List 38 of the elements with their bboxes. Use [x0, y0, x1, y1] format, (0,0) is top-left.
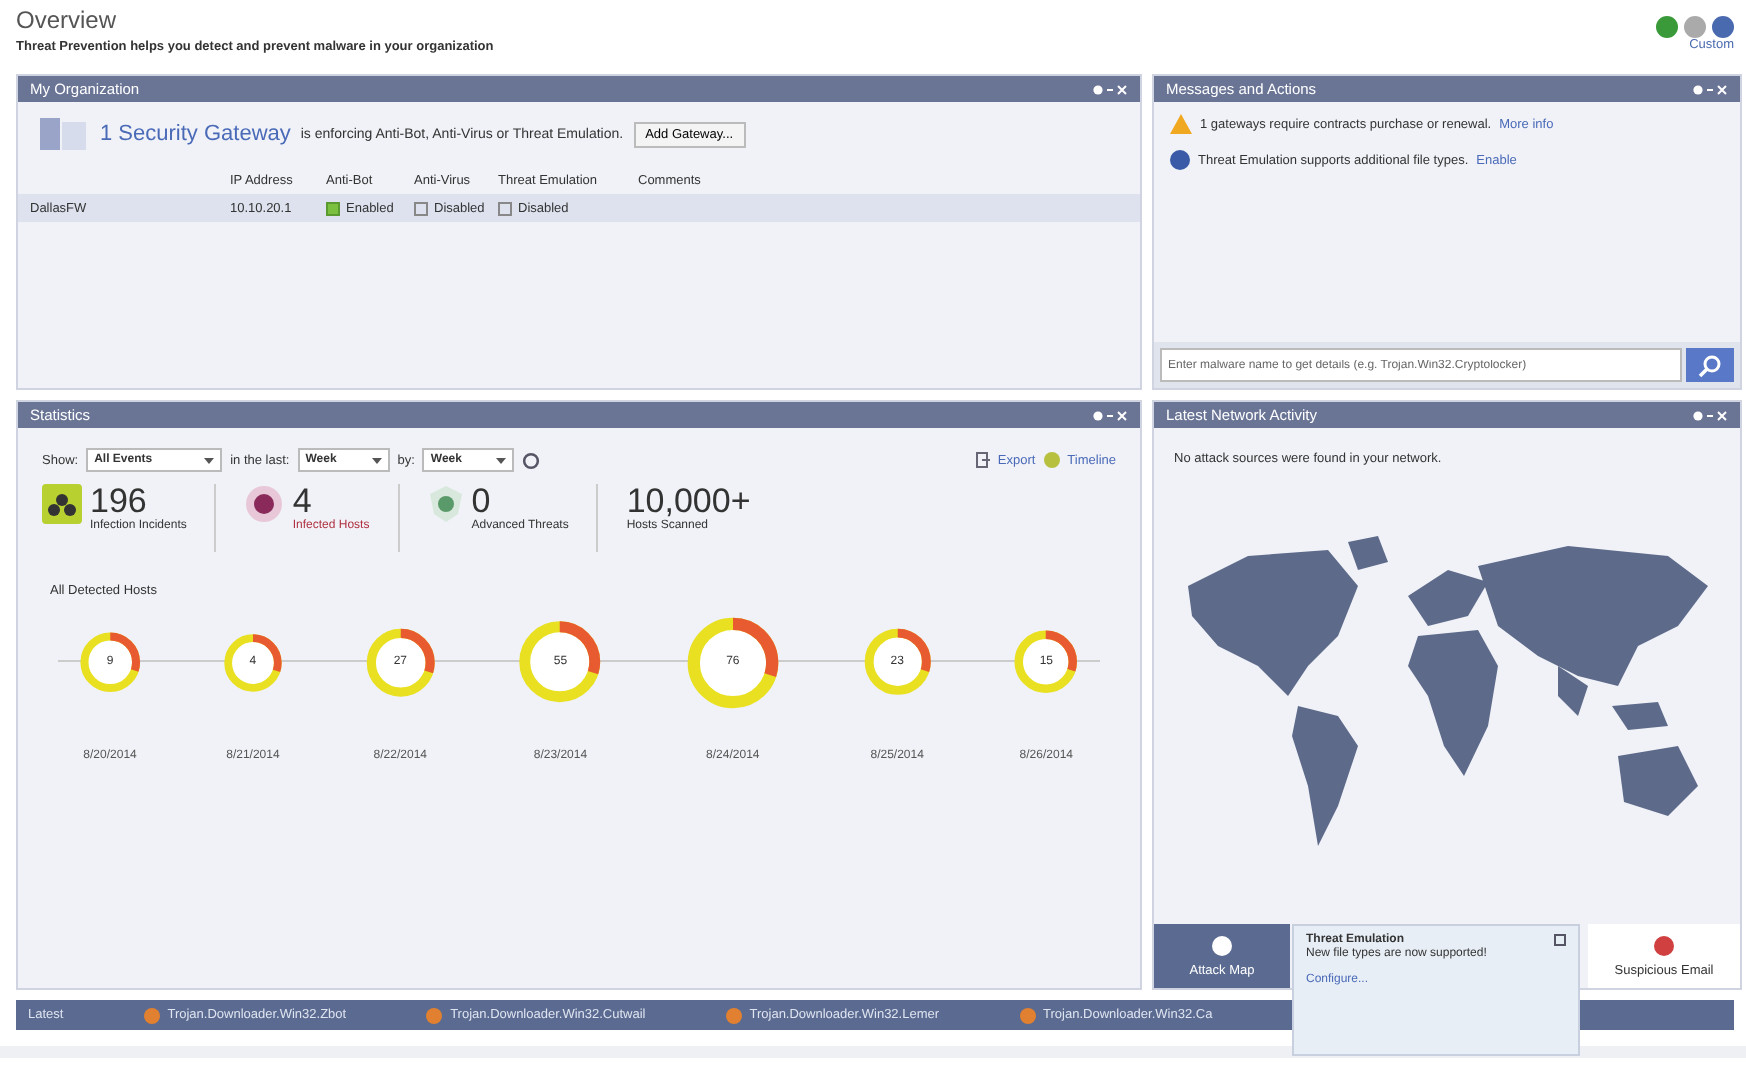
search-button[interactable]: [1686, 348, 1734, 382]
host-count-ring[interactable]: [516, 618, 605, 706]
host-count-ring[interactable]: [1012, 628, 1081, 696]
host-count-ring[interactable]: [683, 613, 782, 711]
export-icon: [975, 452, 990, 468]
malware-icon: [143, 1007, 160, 1023]
caret-icon: [204, 457, 215, 463]
user-icon[interactable]: [1712, 16, 1734, 38]
close-icon[interactable]: [1554, 934, 1566, 946]
host-count-ring[interactable]: [221, 631, 284, 693]
timeline-icon: [1043, 452, 1060, 468]
stat-value: 4: [292, 484, 312, 520]
panel-controls-icon[interactable]: [1092, 83, 1128, 95]
panel-controls-icon[interactable]: [1092, 409, 1128, 421]
host-count-ring[interactable]: [861, 626, 933, 698]
panel-controls-icon[interactable]: [1692, 409, 1728, 421]
search-icon: [1698, 353, 1722, 377]
caret-icon: [371, 457, 382, 463]
page-title: Overview: [16, 6, 119, 34]
caret-icon: [496, 457, 507, 463]
infection-icon: [42, 484, 82, 524]
malware-icon: [426, 1007, 443, 1023]
panel-controls-icon[interactable]: [1692, 83, 1728, 95]
stat-value: 196: [90, 484, 147, 520]
gateway-icon: [38, 114, 90, 154]
stat-value: 10,000+: [626, 484, 751, 520]
info-icon: [1170, 150, 1190, 170]
stat-value: 0: [471, 484, 491, 520]
shield-icon: [427, 484, 464, 524]
host-count-ring[interactable]: [77, 629, 143, 695]
malware-icon: [1019, 1007, 1036, 1023]
host-count-ring[interactable]: [363, 625, 438, 699]
gateway-link[interactable]: 1 Security Gateway: [100, 122, 291, 146]
refresh-icon[interactable]: [522, 451, 541, 469]
malware-icon: [725, 1007, 742, 1023]
warning-icon: [1170, 114, 1192, 134]
tab-icon: [1652, 934, 1676, 958]
tab-icon: [1210, 934, 1234, 958]
